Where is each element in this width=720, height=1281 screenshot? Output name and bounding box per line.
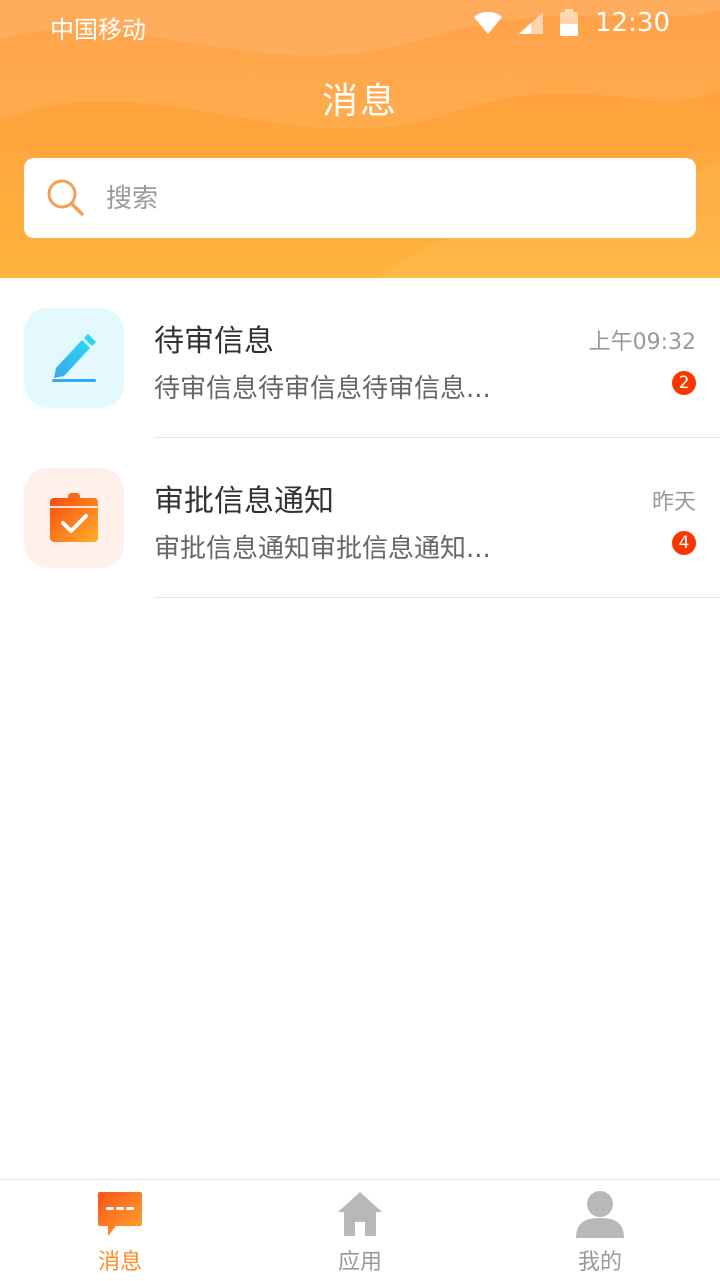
message-preview: 审批信息通知审批信息通知... — [154, 534, 491, 564]
signal-icon — [517, 10, 545, 36]
tab-label: 消息 — [97, 1250, 142, 1275]
divider — [154, 597, 720, 598]
status-icons: 12:30 — [459, 8, 670, 38]
unread-badge: 4 — [672, 531, 696, 555]
status-time: 12:30 — [595, 8, 670, 38]
user-icon — [576, 1190, 624, 1238]
tab-profile[interactable]: 我的 — [480, 1180, 720, 1281]
message-item-pending[interactable]: 待审信息 上午09:32 待审信息待审信息待审信息... 2 — [0, 278, 720, 438]
calendar-check-icon — [24, 468, 124, 568]
message-time: 昨天 — [651, 490, 696, 515]
search-icon — [46, 178, 86, 222]
message-time: 上午09:32 — [588, 330, 696, 355]
search-input[interactable] — [104, 172, 668, 226]
edit-pencil-icon — [24, 308, 124, 408]
tab-apps[interactable]: 应用 — [240, 1180, 480, 1281]
message-title: 待审信息 — [154, 324, 274, 359]
message-list: 待审信息 上午09:32 待审信息待审信息待审信息... 2 审批信息通知 昨天… — [0, 278, 720, 598]
page-title: 消息 — [321, 81, 398, 122]
battery-icon — [559, 9, 579, 37]
bottom-tab-bar: 消息 应用 我的 — [0, 1179, 720, 1281]
tab-messages[interactable]: 消息 — [0, 1180, 240, 1281]
tab-label: 应用 — [337, 1250, 382, 1275]
header: 中国移动 12:30 消息 — [0, 0, 720, 278]
message-item-approval[interactable]: 审批信息通知 昨天 审批信息通知审批信息通知... 4 — [0, 438, 720, 598]
message-title: 审批信息通知 — [154, 484, 334, 519]
message-preview: 待审信息待审信息待审信息... — [154, 374, 491, 404]
search-bar[interactable] — [24, 158, 696, 238]
wifi-icon — [473, 10, 503, 36]
tab-label: 我的 — [577, 1250, 622, 1275]
chat-icon — [96, 1190, 144, 1238]
status-bar: 中国移动 12:30 — [0, 0, 720, 52]
carrier-label: 中国移动 — [50, 16, 146, 44]
unread-badge: 2 — [672, 371, 696, 395]
home-icon — [336, 1190, 384, 1238]
